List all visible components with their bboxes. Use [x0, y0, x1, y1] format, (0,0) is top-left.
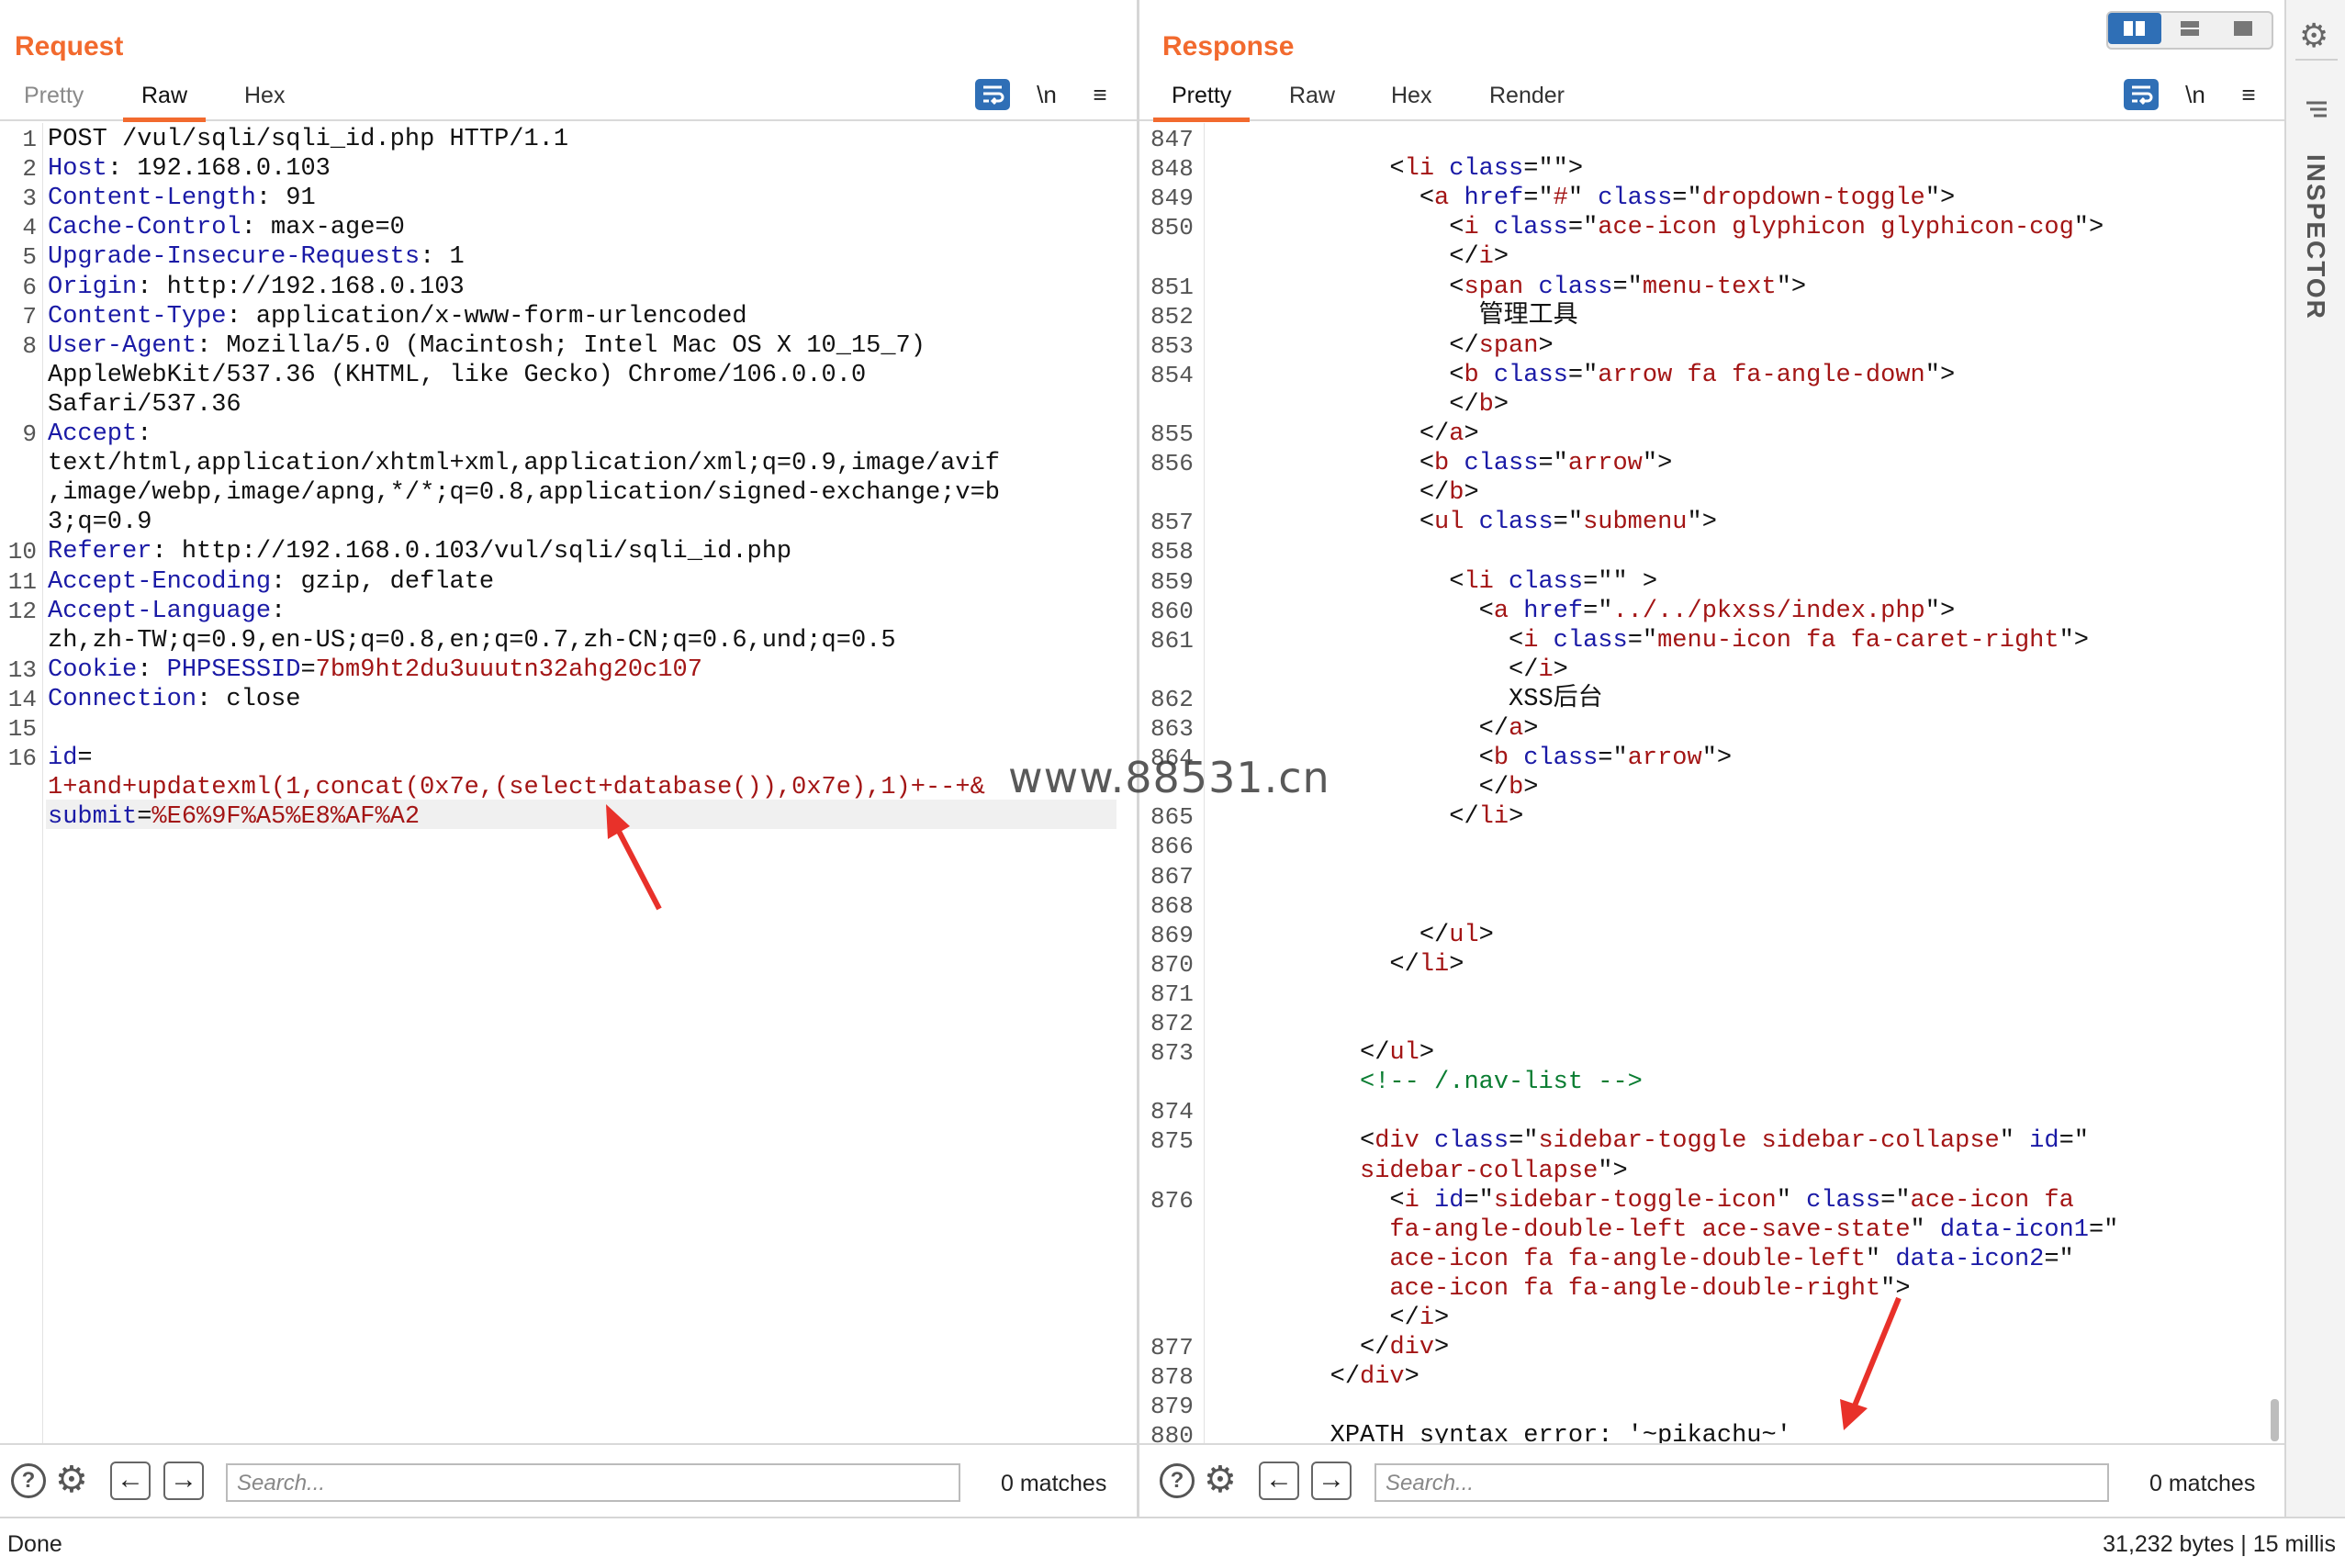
- annotation-arrow-request: [606, 804, 662, 911]
- annotation-arrow-response: [1840, 1296, 1902, 1430]
- status-bar: Done 31,232 bytes | 15 millis: [0, 1517, 2345, 1568]
- annotation-arrows: [606, 804, 1902, 1430]
- response-stats: 31,232 bytes | 15 millis: [2103, 1531, 2336, 1557]
- status-text: Done: [7, 1531, 62, 1557]
